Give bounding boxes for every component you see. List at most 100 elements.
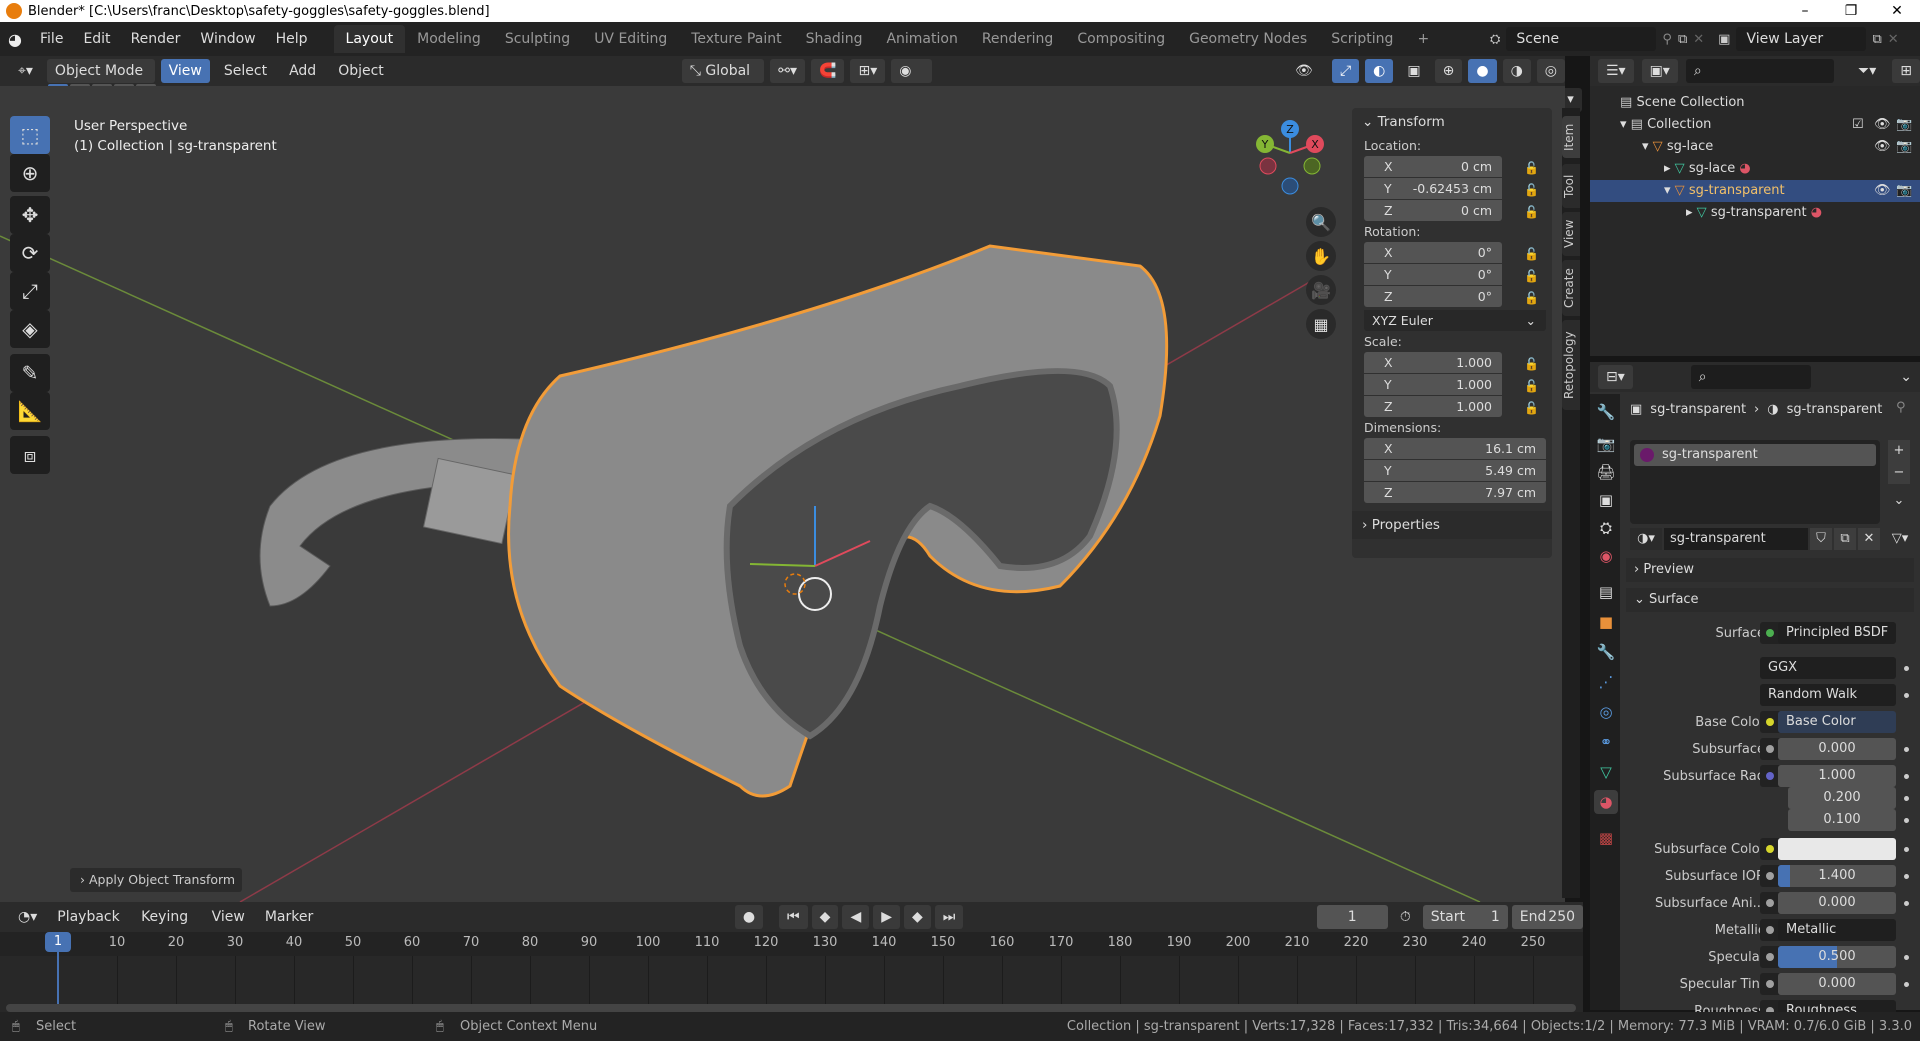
keyframe-dot-icon[interactable] <box>1904 747 1909 752</box>
playback-menu[interactable]: Playback ▾ <box>49 905 129 949</box>
rendered-shading-button[interactable]: ◎ <box>1536 59 1565 83</box>
sidebar-tab-view[interactable]: View <box>1562 212 1580 256</box>
proportional-edit-toggle[interactable]: ◉ ∩ <box>891 59 933 103</box>
tab-scripting[interactable]: Scripting <box>1319 25 1405 53</box>
outliner-row[interactable]: ▾ ▤ Collection ☑ 👁 📷 <box>1590 114 1920 136</box>
jump-start-button[interactable]: ⏮ <box>779 905 808 929</box>
camera-icon[interactable]: 📷 <box>1896 114 1912 136</box>
play-reverse-button[interactable]: ◀ <box>842 905 870 929</box>
pan-view-icon[interactable]: ✋ <box>1306 241 1336 271</box>
material-tab-icon[interactable]: ◕ <box>1594 790 1618 814</box>
tab-texture-paint[interactable]: Texture Paint <box>679 25 793 53</box>
keying-menu[interactable]: Keying ▾ <box>133 905 200 949</box>
socket-icon[interactable] <box>1760 738 1780 760</box>
modifier-tab-icon[interactable]: 🔧 <box>1594 640 1618 664</box>
filter-icon[interactable]: ⏷▾ <box>1850 59 1884 83</box>
dimension-z-field[interactable]: Z 7.97 cm <box>1364 482 1546 503</box>
scale-tool[interactable]: ⤢ <box>10 272 50 310</box>
socket-icon[interactable] <box>1760 919 1780 941</box>
scale-y-field[interactable]: Y 1.000 🔓 <box>1364 374 1539 395</box>
linked-node-field[interactable]: Base Color <box>1778 711 1896 733</box>
delete-scene-icon[interactable]: ✕ <box>1693 32 1704 47</box>
rotate-tool[interactable]: ⟳ <box>10 234 50 272</box>
play-button[interactable]: ▶ <box>873 905 900 929</box>
move-tool[interactable]: ✥ <box>10 196 50 234</box>
view-layer-tab-icon[interactable]: ▣ <box>1594 488 1618 512</box>
physics-tab-icon[interactable]: ◎ <box>1594 700 1618 724</box>
number-field[interactable]: 1.000 <box>1778 765 1896 787</box>
number-field[interactable]: 0.200 <box>1788 787 1896 809</box>
keyframe-dot-icon[interactable] <box>1904 955 1909 960</box>
particles-tab-icon[interactable]: ⋰ <box>1594 670 1618 694</box>
current-frame-field[interactable]: 1 <box>1316 905 1388 929</box>
dropdown-field[interactable]: Random Walk <box>1760 684 1896 706</box>
dimension-x-field[interactable]: X 16.1 cm <box>1364 438 1546 459</box>
annotate-tool[interactable]: ✎ <box>10 354 50 392</box>
timeline-editor-type-icon[interactable]: ◔▾ <box>10 905 45 929</box>
delete-view-layer-icon[interactable]: ✕ <box>1888 32 1899 47</box>
properties-options-icon[interactable]: ⌄ <box>1892 365 1920 389</box>
pin-icon[interactable]: ⚲ <box>1896 400 1906 415</box>
tab-rendering[interactable]: Rendering <box>970 25 1066 53</box>
measure-tool[interactable]: 📐 <box>10 392 50 430</box>
outliner-editor-type-icon[interactable]: ☰▾ <box>1598 59 1634 83</box>
material-shading-button[interactable]: ◑ <box>1502 59 1531 83</box>
data-tab-icon[interactable]: ▽ <box>1594 760 1618 784</box>
menu-select[interactable]: Select <box>216 59 275 83</box>
add-cube-tool[interactable]: ⧈ <box>10 436 50 474</box>
number-field[interactable]: 1.400 <box>1778 865 1896 887</box>
wireframe-shading-button[interactable]: ⊕ <box>1434 59 1463 83</box>
dimension-y-field[interactable]: Y 5.49 cm <box>1364 460 1546 481</box>
lock-icon[interactable]: 🔓 <box>1524 244 1539 261</box>
blender-menu-icon[interactable]: ◕ <box>0 30 30 49</box>
tab-animation[interactable]: Animation <box>874 25 969 53</box>
timeline-scrollbar[interactable] <box>6 1004 1576 1012</box>
world-tab-icon[interactable]: ◉ <box>1594 544 1618 568</box>
eye-icon[interactable]: 👁 <box>1874 136 1891 158</box>
scene-selector[interactable]: Scene <box>1506 27 1657 51</box>
rotation-y-field[interactable]: Y 0° 🔓 <box>1364 264 1539 285</box>
slot-specials-button[interactable]: ⌄ <box>1888 490 1910 512</box>
material-slot-item[interactable]: sg-transparent <box>1634 444 1876 466</box>
transform-tool[interactable]: ◈ <box>10 310 50 348</box>
number-field[interactable]: 0.000 <box>1778 738 1896 760</box>
pivot-selector[interactable]: ⚯▾ <box>770 59 806 83</box>
properties-subpanel-header[interactable]: › Properties <box>1352 511 1552 539</box>
menu-file[interactable]: File <box>30 22 73 56</box>
object-tab-icon[interactable]: ■ <box>1594 610 1618 634</box>
properties-search-input[interactable]: ⌕ <box>1690 365 1811 389</box>
menu-edit[interactable]: Edit <box>73 22 120 56</box>
dropdown-field[interactable]: GGX <box>1760 657 1896 679</box>
ortho-toggle-icon[interactable]: ▦ <box>1306 309 1336 339</box>
menu-render[interactable]: Render <box>121 22 191 56</box>
keyframe-dot-icon[interactable] <box>1904 982 1909 987</box>
frame-ruler[interactable]: 10 20 30 40 50 60 70 80 90 100 110 120 130 140 150 160 1… <box>0 932 1583 1004</box>
lock-icon[interactable]: 🔓 <box>1524 158 1539 175</box>
expand-arrow-icon[interactable]: ▸ <box>1686 205 1693 220</box>
outliner-row[interactable]: ▤ Scene Collection <box>1590 92 1920 114</box>
overlay-toggle[interactable]: ◐ <box>1365 59 1394 83</box>
next-keyframe-button[interactable]: ◆ <box>904 905 931 929</box>
mode-selector[interactable]: Object Mode ▾ <box>46 59 155 103</box>
keyframe-dot-icon[interactable] <box>1904 901 1909 906</box>
lock-icon[interactable]: 🔓 <box>1524 202 1539 219</box>
duplicate-material-icon[interactable]: ⧉ <box>1834 528 1856 550</box>
socket-icon[interactable] <box>1760 622 1780 644</box>
orientation-selector[interactable]: ⤡ Global ▾ <box>681 59 765 103</box>
browse-material-icon[interactable]: ◑▾ <box>1630 528 1662 550</box>
jump-end-button[interactable]: ⏭ <box>934 905 964 929</box>
keyframe-dot-icon[interactable] <box>1904 818 1909 823</box>
last-operator-panel[interactable]: › Apply Object Transform <box>70 868 242 892</box>
color-swatch[interactable] <box>1778 838 1896 860</box>
expand-arrow-icon[interactable]: ▾ <box>1642 139 1649 154</box>
prev-keyframe-button[interactable]: ◆ <box>811 905 839 929</box>
sidebar-tab-item[interactable]: Item <box>1562 116 1580 158</box>
playhead[interactable]: 1 <box>45 932 71 952</box>
location-x-field[interactable]: X 0 cm 🔓 <box>1364 156 1539 177</box>
socket-icon[interactable] <box>1760 973 1780 995</box>
scale-z-field[interactable]: Z 1.000 🔓 <box>1364 396 1539 417</box>
linked-node-field[interactable]: Principled BSDF <box>1778 622 1896 644</box>
socket-icon[interactable] <box>1760 946 1780 968</box>
close-button[interactable]: ✕ <box>1874 0 1920 22</box>
socket-icon[interactable] <box>1760 838 1780 860</box>
